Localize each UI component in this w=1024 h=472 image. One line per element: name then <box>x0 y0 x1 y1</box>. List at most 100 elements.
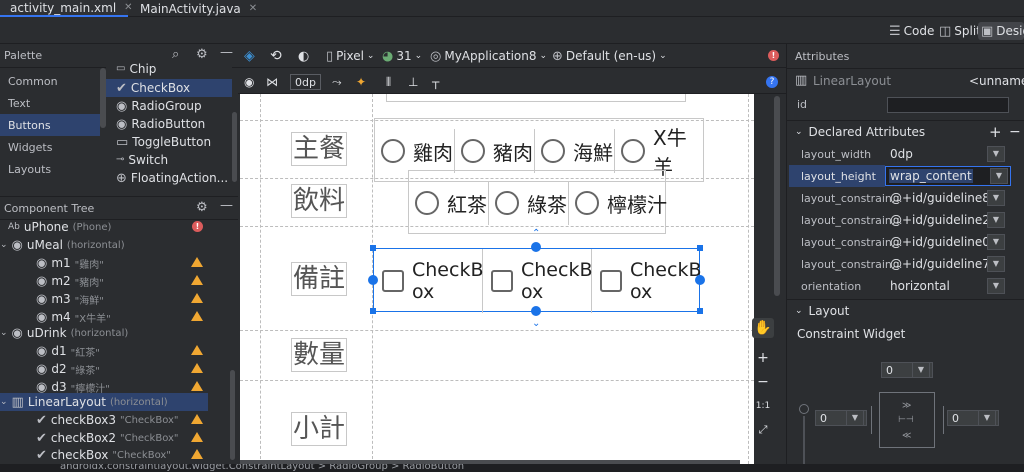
design-mode-button[interactable]: ▣ Desig <box>978 22 1024 40</box>
label-drink[interactable]: 飲料 <box>291 184 348 218</box>
warning-icon[interactable] <box>191 311 203 321</box>
warning-icon[interactable] <box>191 381 203 391</box>
layout-height-input[interactable]: wrap_content ▼ <box>885 166 1011 186</box>
clear-constraints-icon[interactable]: ⤳ <box>332 73 342 91</box>
label-main-meal[interactable]: 主餐 <box>291 132 348 166</box>
palette-category-widgets[interactable]: Widgets <box>0 136 100 158</box>
radio-m4[interactable]: X牛羊 <box>615 126 705 179</box>
chevron-down-icon[interactable]: ▼ <box>978 410 996 426</box>
chevron-down-icon[interactable]: ▼ <box>987 190 1005 206</box>
close-icon[interactable]: ✕ <box>249 3 257 14</box>
gear-icon[interactable]: ⚙ <box>196 201 208 214</box>
tree-node-checkbox3[interactable]: ✔ checkBox3 "CheckBox" <box>36 411 179 429</box>
attr-row-orientation[interactable]: orientation horizontal ▼ <box>787 275 1024 297</box>
drink-radio-group[interactable]: 紅茶 綠茶 檸檬汁 <box>408 170 667 234</box>
tree-node-checkbox[interactable]: ✔ checkBox "CheckBox" <box>36 446 171 464</box>
error-icon[interactable]: ! <box>768 50 779 61</box>
night-mode-icon[interactable]: ◐ <box>298 47 309 65</box>
declared-attributes-section[interactable]: ⌄ Declared Attributes + − <box>787 120 1024 142</box>
help-icon[interactable]: ? <box>766 76 778 88</box>
attr-row-layout-width[interactable]: layout_width 0dp ▼ <box>787 143 1024 165</box>
default-margin-field[interactable]: 0dp <box>290 74 321 90</box>
chevron-down-icon[interactable]: ▼ <box>846 410 864 426</box>
radio-m1[interactable]: 雞肉 <box>375 129 455 173</box>
checkbox-1[interactable]: CheckB ox <box>592 249 701 313</box>
warning-icon[interactable] <box>191 432 203 442</box>
zoom-fit-icon[interactable]: ⤢ <box>752 420 774 440</box>
locale-selector[interactable]: ⊕ Default (en-us) ⌄ <box>552 47 667 65</box>
chevron-double-down-icon[interactable]: ≪ <box>902 431 911 441</box>
search-icon[interactable]: ⌕ <box>172 48 179 61</box>
chevron-down-icon[interactable]: ▼ <box>987 278 1005 294</box>
zoom-in-icon[interactable]: + <box>752 348 774 368</box>
checkbox-3[interactable]: CheckB ox <box>374 249 483 313</box>
palette-item-togglebutton[interactable]: ▭ ToggleButton <box>106 133 232 151</box>
margin-right-spinner[interactable]: 0 ▼ <box>947 410 999 426</box>
bias-slider-track[interactable] <box>803 416 805 464</box>
bias-slider-knob[interactable] <box>799 404 809 414</box>
pan-icon[interactable]: ✋ <box>752 318 774 338</box>
attr-row-layout-height[interactable]: layout_height wrap_content ▼ <box>787 165 1024 187</box>
attr-row-constraint-4[interactable]: layout_constrain... @+id/guideline7 ▼ <box>787 253 1024 275</box>
pack-icon[interactable]: ⫴ <box>386 73 391 91</box>
warning-icon[interactable] <box>191 345 203 355</box>
tree-node-linearlayout[interactable]: ⌄ ▥ LinearLayout (horizontal) <box>0 393 208 411</box>
add-icon[interactable]: + <box>989 123 1002 141</box>
component-tree-scrollbar[interactable] <box>230 370 235 460</box>
remove-icon[interactable]: − <box>1009 124 1021 140</box>
theme-selector[interactable]: ◎ MyApplication8 ⌄ <box>430 47 547 65</box>
zoom-out-icon[interactable]: − <box>752 372 774 392</box>
constraint-handle-left[interactable] <box>368 275 378 285</box>
split-mode-button[interactable]: ◫ Split <box>936 22 984 40</box>
palette-item-switch[interactable]: ⊸ Switch <box>106 151 232 169</box>
breadcrumb[interactable]: androidx.constraintlayout.widget.Constra… <box>60 464 464 472</box>
tree-node-checkbox2[interactable]: ✔ checkBox2 "CheckBox" <box>36 429 179 447</box>
chevron-down-icon[interactable]: ▼ <box>987 256 1005 272</box>
warning-icon[interactable] <box>191 257 203 267</box>
palette-category-common[interactable]: Common <box>0 70 100 92</box>
tree-node-d2[interactable]: ◉ d2 "綠茶" <box>36 360 100 378</box>
constraint-handle-top[interactable] <box>531 242 541 252</box>
minimize-icon[interactable]: — <box>220 199 233 212</box>
orientation-icon[interactable]: ⟲ <box>270 47 282 65</box>
chevron-down-icon[interactable]: ▼ <box>990 168 1008 184</box>
resize-handle[interactable] <box>370 308 376 314</box>
eye-icon[interactable]: ◉ <box>244 73 254 91</box>
width-constraint-icon[interactable]: ⊢⊣ <box>898 415 914 425</box>
palette-item-radiogroup[interactable]: ◉ RadioGroup <box>106 97 232 115</box>
constraint-handle-bottom[interactable] <box>531 306 541 316</box>
tab-main-activity[interactable]: MainActivity.java ✕ <box>130 0 257 17</box>
canvas-scrollbar[interactable] <box>774 96 780 296</box>
chevron-down-icon[interactable]: ▼ <box>987 234 1005 250</box>
layout-section[interactable]: ⌄ Layout <box>787 299 1024 321</box>
label-subtotal[interactable]: 小計 <box>291 412 348 446</box>
minimize-icon[interactable]: — <box>220 46 233 59</box>
resize-handle[interactable] <box>370 245 376 251</box>
attr-row-constraint-3[interactable]: layout_constrain... @+id/guideline0 ▼ <box>787 231 1024 253</box>
tab-activity-main[interactable]: activity_main.xml ✕ <box>0 0 133 17</box>
tree-node-udrink[interactable]: ⌄ ◉ uDrink (horizontal) <box>0 324 128 342</box>
attr-row-constraint-2[interactable]: layout_constrain... @+id/guideline2 ▼ <box>787 209 1024 231</box>
radio-m2[interactable]: 豬肉 <box>455 129 535 173</box>
chevron-down-icon[interactable]: ▼ <box>987 212 1005 228</box>
palette-items-scrollbar[interactable] <box>232 112 237 182</box>
tree-node-m1[interactable]: ◉ m1 "雞肉" <box>36 254 104 272</box>
checkbox-2[interactable]: CheckB ox <box>483 249 592 313</box>
warning-icon[interactable] <box>191 293 203 303</box>
label-notes[interactable]: 備註 <box>291 262 348 296</box>
warning-icon[interactable] <box>191 363 203 373</box>
tree-node-m2[interactable]: ◉ m2 "豬肉" <box>36 272 104 290</box>
tree-node-d1[interactable]: ◉ d1 "紅茶" <box>36 342 100 360</box>
device-selector[interactable]: ▯ Pixel ⌄ <box>326 47 374 65</box>
tree-node-m3[interactable]: ◉ m3 "海鮮" <box>36 290 104 308</box>
layers-icon[interactable]: ◈ <box>244 47 255 65</box>
palette-category-text[interactable]: Text <box>0 92 100 114</box>
chevron-down-icon[interactable]: ▼ <box>912 362 930 378</box>
palette-category-buttons[interactable]: Buttons <box>0 114 100 136</box>
warning-icon[interactable] <box>191 414 203 424</box>
api-selector[interactable]: ◕ 31 ⌄ <box>382 47 422 65</box>
label-quantity[interactable]: 數量 <box>291 338 348 372</box>
radio-m3[interactable]: 海鮮 <box>535 129 615 173</box>
align-icon[interactable]: ⊥ <box>408 73 418 91</box>
palette-item-floating-action[interactable]: ⊕ FloatingAction... <box>106 169 232 186</box>
